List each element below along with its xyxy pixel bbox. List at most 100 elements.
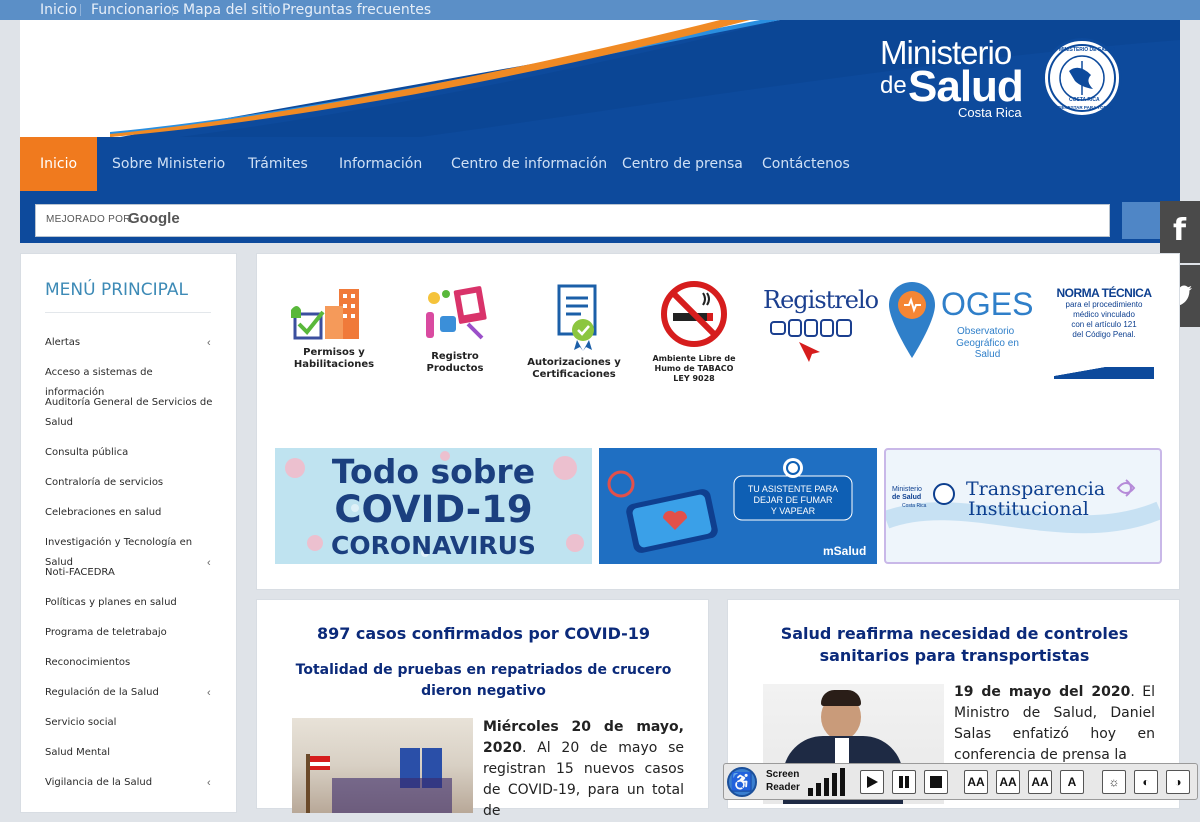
registrelo-products-icon <box>770 319 852 362</box>
seal-top-text: MINISTERIO DE SALUD <box>1059 47 1116 53</box>
tabaco-caption-3: LEY 9028 <box>673 374 715 383</box>
text-size-decrease-icon[interactable]: AA <box>964 770 988 794</box>
registro-caption: Registro Productos <box>426 351 484 374</box>
transparencia-salud: de Salud <box>892 494 922 501</box>
registro-icon <box>426 286 487 340</box>
news-date: 19 de mayo del 2020 <box>954 684 1131 700</box>
news-body: Miércoles 20 de mayo, 2020. Al 20 de may… <box>483 717 684 822</box>
norma-line-4: del Código Penal. <box>1072 330 1136 339</box>
chevron-left-icon[interactable]: ‹ <box>207 337 211 349</box>
divider <box>45 312 211 313</box>
header-banner: Ministerio de Salud Costa Rica MINISTERI… <box>20 20 1180 137</box>
tabaco-caption-1: Ambiente Libre de <box>652 354 736 363</box>
news-subtitle: Totalidad de pruebas en repatriados de c… <box>295 662 672 699</box>
play-button[interactable] <box>860 770 884 794</box>
text-size-increase-icon[interactable]: AA <box>1028 770 1052 794</box>
nav-informacion[interactable]: Información <box>339 137 422 191</box>
sidebar-item-servicio-social[interactable]: Servicio social <box>45 713 215 733</box>
fumar-line-1: TU ASISTENTE PARA <box>747 484 839 494</box>
permisos-icon <box>291 289 359 340</box>
invert-contrast-icon[interactable]: ◑ <box>1166 770 1190 794</box>
oges-sub-1: Observatorio <box>957 326 1015 337</box>
sidebar-item-teletrabajo[interactable]: Programa de teletrabajo <box>45 623 215 643</box>
nav-tramites[interactable]: Trámites <box>248 137 308 191</box>
oges-title: OGES <box>941 286 1034 322</box>
top-utility-bar: Inicio Funcionarios Mapa del sitio Pregu… <box>0 0 1200 20</box>
sidebar-title: MENÚ PRINCIPAL <box>45 280 188 300</box>
text-size-max-icon[interactable]: A <box>1060 770 1084 794</box>
top-link-mapa[interactable]: Mapa del sitio <box>183 2 281 18</box>
nav-contactenos[interactable]: Contáctenos <box>762 137 850 191</box>
registro-productos-link[interactable]: Registro Productos <box>405 284 505 379</box>
search-row: MEJORADO POR Google <box>20 191 1180 243</box>
volume-bars-icon[interactable] <box>808 768 852 796</box>
top-link-funcionarios[interactable]: Funcionarios <box>91 2 179 18</box>
tabaco-caption-2: Humo de TABACO <box>654 364 734 373</box>
nav-sobre-ministerio[interactable]: Sobre Ministerio <box>112 137 225 191</box>
text-size-reset-icon[interactable]: AA <box>996 770 1020 794</box>
fumar-line-2: DEJAR DE FUMAR <box>753 495 833 505</box>
ministry-logo[interactable]: Ministerio de Salud Costa Rica MINISTERI… <box>870 32 1170 132</box>
dejar-de-fumar-banner[interactable]: TU ASISTENTE PARA DEJAR DE FUMAR Y VAPEA… <box>599 448 877 564</box>
screen-reader-label-1: Screen <box>766 769 800 780</box>
transparencia-ministerio: Ministerio <box>892 486 922 493</box>
sidebar-item-regulacion[interactable]: Regulación de la Salud <box>45 683 215 703</box>
covid-banner[interactable]: Todo sobre COVID-19 CORONAVIRUS <box>275 448 592 564</box>
covid-line-1: Todo sobre <box>331 452 536 491</box>
seal-country-text: COSTA RICA <box>1069 97 1100 103</box>
nav-centro-informacion[interactable]: Centro de información <box>451 137 607 191</box>
sidebar-item-politicas[interactable]: Políticas y planes en salud <box>45 593 215 613</box>
oges-link[interactable]: OGES Observatorio Geográfico en Salud <box>887 280 1034 362</box>
divider <box>80 4 81 16</box>
transparencia-cr: Costa Rica <box>902 503 927 509</box>
stop-button[interactable] <box>924 770 948 794</box>
accessibility-icon[interactable]: ♿ <box>727 767 757 797</box>
news-photo[interactable] <box>292 718 473 813</box>
search-input[interactable]: MEJORADO POR Google <box>35 204 1110 237</box>
screen-reader-toolbar: ♿ Screen Reader AA AA AA A ☼ ◐ ◑ <box>723 763 1198 800</box>
sidebar-item-noti-facedra[interactable]: Noti-FACEDRA <box>45 563 215 583</box>
top-link-inicio[interactable]: Inicio <box>40 2 77 18</box>
logo-de: de <box>880 72 907 99</box>
autorizaciones-link[interactable]: Autorizaciones y Certificaciones <box>527 284 621 380</box>
news-card: 897 casos confirmados por COVID-19 Total… <box>256 599 709 819</box>
main-navigation: Inicio Sobre Ministerio Trámites Informa… <box>20 137 1180 191</box>
sidebar-menu: MENÚ PRINCIPAL Alertas ‹ Acceso a sistem… <box>20 253 237 813</box>
certificate-icon <box>557 284 597 351</box>
transparencia-banner[interactable]: Ministerio de Salud Costa Rica Transpare… <box>884 448 1162 564</box>
search-powered-label: MEJORADO POR <box>46 214 131 225</box>
top-link-faq[interactable]: Preguntas frecuentes <box>282 2 431 18</box>
nav-centro-prensa[interactable]: Centro de prensa <box>622 137 743 191</box>
divider <box>172 4 173 16</box>
seal-bottom-text: BIENESTAR PARA TODOS <box>1057 105 1114 110</box>
registrelo-link[interactable]: Registrelo <box>763 286 879 378</box>
covid-line-2: COVID-19 <box>334 488 533 531</box>
logo-costa-rica: Costa Rica <box>958 105 1022 120</box>
ambiente-libre-tabaco-link[interactable]: Ambiente Libre de Humo de TABACO LEY 902… <box>649 279 739 383</box>
sidebar-item-celebraciones[interactable]: Celebraciones en salud <box>45 503 215 523</box>
nav-inicio[interactable]: Inicio <box>20 137 98 191</box>
news-title[interactable]: Salud reafirma necesidad de controles sa… <box>758 623 1151 667</box>
chevron-left-icon[interactable]: ‹ <box>207 777 211 789</box>
contrast-icon[interactable]: ◐ <box>1134 770 1158 794</box>
sidebar-item-vigilancia[interactable]: Vigilancia de la Salud <box>45 773 215 793</box>
sidebar-item-salud-mental[interactable]: Salud Mental <box>45 743 215 763</box>
msalud-logo: mSalud <box>823 544 867 558</box>
sidebar-item-contraloria[interactable]: Contraloría de servicios <box>45 473 215 493</box>
sidebar-item-reconocimientos[interactable]: Reconocimientos <box>45 653 215 673</box>
google-logo: Google <box>128 210 180 227</box>
fumar-line-3: Y VAPEAR <box>770 506 816 516</box>
brightness-icon[interactable]: ☼ <box>1102 770 1126 794</box>
screen-reader-label-2: Reader <box>766 782 800 793</box>
permisos-habilitaciones-link[interactable]: Permisos y Habilitaciones <box>287 284 381 379</box>
chevron-left-icon[interactable]: ‹ <box>207 687 211 699</box>
sidebar-item-auditoria[interactable]: Auditoría General de Servicios de Salud <box>45 393 215 433</box>
norma-tecnica-link[interactable]: NORMA TÉCNICA para el procedimiento médi… <box>1054 286 1154 379</box>
pause-button[interactable] <box>892 770 916 794</box>
no-smoking-icon <box>661 281 727 347</box>
sidebar-item-consulta[interactable]: Consulta pública <box>45 443 215 463</box>
chevron-left-icon[interactable]: ‹ <box>207 557 211 569</box>
sidebar-item-alertas[interactable]: Alertas <box>45 333 215 353</box>
news-title[interactable]: 897 casos confirmados por COVID-19 <box>277 623 690 645</box>
norma-line-1: para el procedimiento <box>1065 300 1143 309</box>
